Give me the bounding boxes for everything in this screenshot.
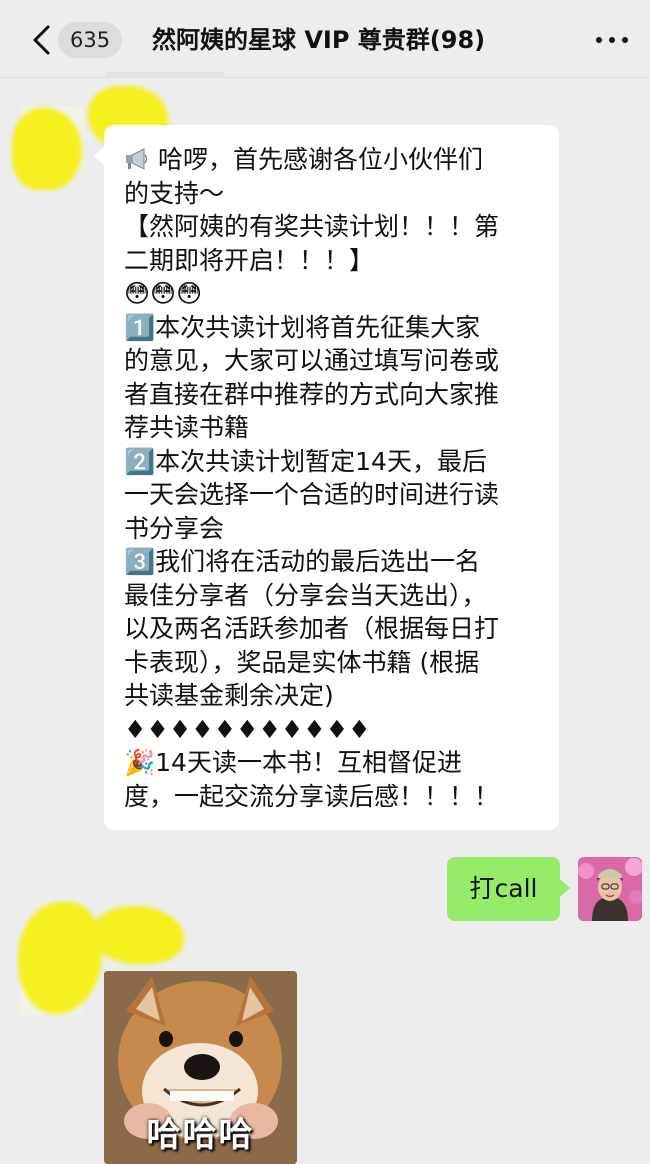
message-line: 1️⃣本次共读计划将首先征集大家 — [124, 312, 481, 342]
message-line: 卡表现），奖品是实体书籍 (根据 — [124, 647, 480, 677]
message-line: 最佳分享者（分享会当天选出）， — [124, 580, 487, 610]
header-divider — [105, 72, 225, 78]
message-line: 以及两名活跃参加者（根据每日打 — [124, 614, 500, 643]
message-line: 3️⃣我们将在活动的最后选出一名 — [124, 547, 481, 576]
chat-header: 635 然阿姨的星球 VIP 尊贵群(98) — [0, 0, 650, 78]
more-dots-icon — [596, 37, 628, 43]
chevron-left-icon — [33, 25, 50, 55]
message-text: 哈啰，首先感谢各位小伙伴们 — [157, 145, 483, 174]
megaphone-icon — [126, 148, 148, 170]
redaction-mark — [18, 902, 102, 1014]
message-line: 2️⃣本次共读计划暂定14天，最后 — [124, 446, 487, 476]
message-line: 🎉14天读一本书！互相督促进 — [124, 748, 462, 777]
message-line: 😳😳😳 — [124, 279, 203, 308]
message-line: 二期即将开启！！！】 — [124, 245, 375, 275]
message-line: 哈啰，首先感谢各位小伙伴们 — [124, 143, 545, 177]
message-line: 的意见，大家可以通过填写问卷或 — [124, 346, 500, 375]
outgoing-message-bubble[interactable]: 打call — [447, 857, 570, 921]
message-line: 共读基金剩余决定) — [124, 681, 334, 710]
self-avatar-photo — [578, 857, 642, 921]
message-line: 【然阿姨的有奖共读计划！！！第 — [124, 212, 500, 241]
redaction-mark — [12, 108, 82, 190]
message-line: 度，一起交流分享读后感！！！！ — [124, 781, 500, 811]
back-button[interactable] — [28, 24, 56, 56]
message-line: 的支持～ — [124, 178, 225, 208]
message-line: 者直接在群中推荐的方式向大家推 — [124, 379, 500, 409]
message-line: 一天会选择一个合适的时间进行读 — [124, 480, 500, 509]
dog-sticker-image[interactable]: 哈哈哈 — [104, 971, 297, 1164]
message-line: ♦♦♦♦♦♦♦♦♦♦♦ — [124, 714, 371, 744]
redaction-mark — [92, 906, 184, 964]
self-avatar[interactable] — [578, 857, 642, 921]
more-button[interactable] — [590, 24, 634, 56]
announcement-message-bubble[interactable]: 哈啰，首先感谢各位小伙伴们 的支持～ 【然阿姨的有奖共读计划！！！第 二期即将开… — [94, 125, 559, 830]
message-line: 书分享会 — [124, 513, 225, 543]
unread-count-badge[interactable]: 635 — [58, 22, 123, 58]
chat-title: 然阿姨的星球 VIP 尊贵群(98) — [152, 26, 486, 54]
message-line: 荐共读书籍 — [124, 413, 250, 442]
sticker-caption: 哈哈哈 — [146, 1115, 255, 1155]
